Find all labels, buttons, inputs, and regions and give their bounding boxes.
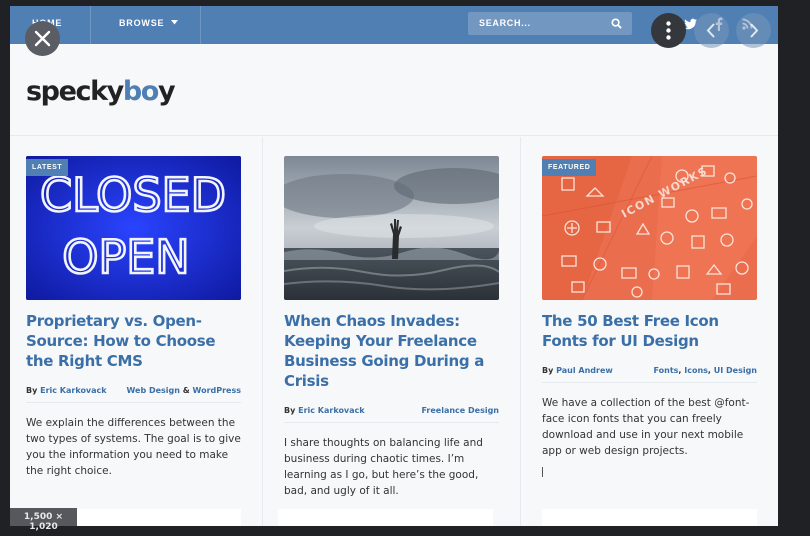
post-card: ICON WORKS FEATURED The 50 Best Free Ico… bbox=[542, 156, 757, 477]
category-link[interactable]: Freelance Design bbox=[421, 406, 499, 415]
post-byline: By Paul Andrew bbox=[542, 366, 613, 375]
post-byline: By Eric Karkovack bbox=[26, 386, 107, 395]
latest-badge: LATEST bbox=[26, 159, 69, 176]
logo-text-accent: bo bbox=[122, 76, 159, 107]
image-dimensions-label: 1,500 × 1,020 bbox=[10, 508, 77, 532]
category-link[interactable]: Icons bbox=[684, 366, 708, 375]
kebab-menu-icon bbox=[666, 21, 671, 40]
column-divider bbox=[520, 137, 521, 526]
screenshot-frame: HOME BROWSE SEARCH... speckyboy bbox=[10, 6, 778, 526]
nav-divider bbox=[200, 6, 201, 44]
post-excerpt: We explain the differences between the t… bbox=[26, 417, 241, 477]
neon-closed-text: CLOSED bbox=[40, 168, 226, 222]
search-icon[interactable] bbox=[611, 18, 622, 29]
search-input-placeholder[interactable]: SEARCH... bbox=[479, 18, 531, 28]
chevron-right-icon bbox=[750, 23, 759, 38]
post-meta: By Eric Karkovack Web Design & WordPress bbox=[26, 383, 241, 403]
post-meta: By Eric Karkovack Freelance Design bbox=[284, 403, 499, 423]
nav-browse-label: BROWSE bbox=[119, 18, 165, 28]
logo-text-2: y bbox=[157, 76, 176, 107]
closed-open-neon-image: CLOSED OPEN bbox=[26, 156, 241, 300]
by-label: By bbox=[284, 406, 296, 415]
icon-works-paper-image: ICON WORKS bbox=[542, 156, 757, 300]
post-byline: By Eric Karkovack bbox=[284, 406, 365, 415]
next-row-card bbox=[278, 509, 493, 526]
close-viewer-button[interactable] bbox=[25, 21, 60, 56]
category-link[interactable]: WordPress bbox=[193, 386, 241, 395]
close-icon bbox=[34, 30, 51, 47]
more-options-button[interactable] bbox=[651, 13, 686, 48]
post-title-link[interactable]: When Chaos Invades: Keeping Your Freelan… bbox=[284, 311, 499, 391]
column-divider bbox=[262, 137, 263, 526]
image-viewer: HOME BROWSE SEARCH... speckyboy bbox=[0, 0, 810, 536]
author-link[interactable]: Paul Andrew bbox=[556, 366, 613, 375]
post-categories: Web Design & WordPress bbox=[126, 386, 241, 395]
site-header: speckyboy bbox=[10, 44, 778, 136]
post-excerpt: I share thoughts on balancing life and b… bbox=[284, 437, 483, 497]
chevron-left-icon bbox=[706, 23, 715, 38]
post-meta: By Paul Andrew Fonts, Icons, UI Design bbox=[542, 363, 757, 383]
post-categories: Freelance Design bbox=[421, 406, 499, 415]
post-thumbnail[interactable]: ICON WORKS FEATURED bbox=[542, 156, 757, 300]
by-label: By bbox=[26, 386, 38, 395]
post-title-link[interactable]: Proprietary vs. Open-Source: How to Choo… bbox=[26, 311, 241, 371]
nav-divider bbox=[90, 6, 91, 44]
post-categories: Fonts, Icons, UI Design bbox=[654, 366, 758, 375]
post-title-link[interactable]: The 50 Best Free Icon Fonts for UI Desig… bbox=[542, 311, 757, 351]
featured-badge: FEATURED bbox=[542, 159, 597, 176]
site-logo[interactable]: speckyboy bbox=[26, 76, 176, 107]
search-box[interactable]: SEARCH... bbox=[468, 12, 632, 35]
post-excerpt: We have a collection of the best @font-f… bbox=[542, 397, 750, 457]
category-link[interactable]: UI Design bbox=[714, 366, 757, 375]
logo-text-1: specky bbox=[26, 76, 124, 107]
category-separator: & bbox=[182, 386, 190, 395]
next-row-card bbox=[542, 509, 757, 526]
nav-browse-menu[interactable]: BROWSE bbox=[119, 18, 178, 28]
post-card: When Chaos Invades: Keeping Your Freelan… bbox=[284, 156, 499, 499]
post-thumbnail[interactable] bbox=[284, 156, 499, 300]
caret-down-icon bbox=[170, 20, 178, 25]
author-link[interactable]: Eric Karkovack bbox=[298, 406, 365, 415]
neon-open-text: OPEN bbox=[62, 230, 189, 284]
text-cursor bbox=[542, 467, 543, 477]
post-thumbnail[interactable]: CLOSED OPEN LATEST bbox=[26, 156, 241, 300]
category-link[interactable]: Fonts bbox=[654, 366, 679, 375]
author-link[interactable]: Eric Karkovack bbox=[40, 386, 107, 395]
drowning-hand-image bbox=[284, 156, 499, 300]
previous-image-button[interactable] bbox=[694, 13, 729, 48]
category-link[interactable]: Web Design bbox=[126, 386, 179, 395]
by-label: By bbox=[542, 366, 554, 375]
next-image-button[interactable] bbox=[736, 13, 771, 48]
post-card: CLOSED OPEN LATEST Proprietary vs. Open-… bbox=[26, 156, 241, 479]
